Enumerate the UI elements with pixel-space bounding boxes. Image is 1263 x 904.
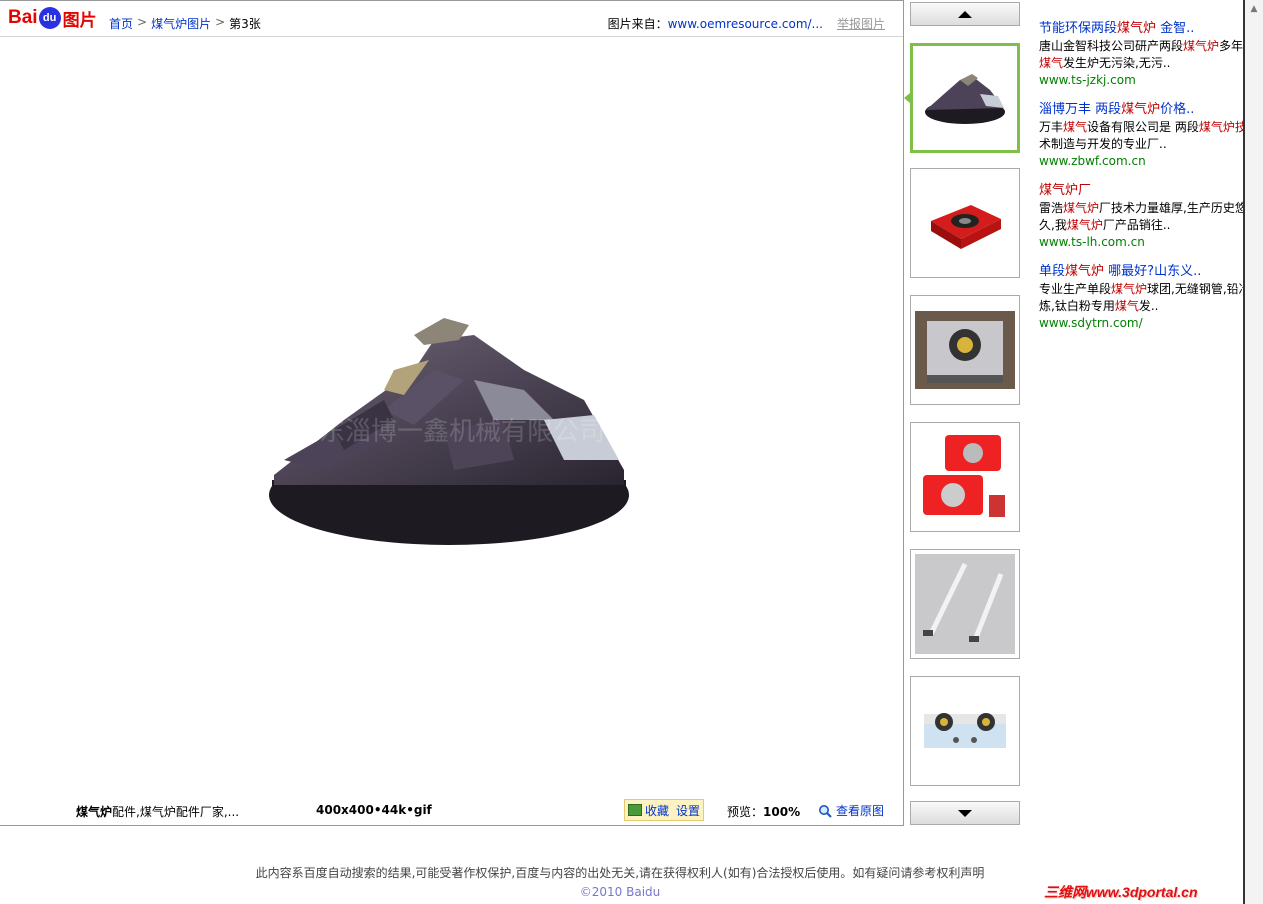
settings-link[interactable]: 设置 bbox=[676, 802, 700, 819]
chevron-right-icon: > bbox=[137, 15, 148, 29]
breadcrumb-category[interactable]: 煤气炉图片 bbox=[151, 15, 211, 32]
thumbnail-steel-stove[interactable] bbox=[910, 295, 1020, 405]
image-meta: 400x400•44k•gif bbox=[316, 803, 432, 817]
source-label: 图片来自： bbox=[607, 17, 668, 31]
thumbnail-image bbox=[924, 713, 1006, 748]
viewer-footer: 煤气炉配件,煤气炉配件厂家,... 400x400•44k•gif 收藏 设置 … bbox=[0, 795, 903, 825]
favorite-label[interactable]: 收藏 bbox=[645, 802, 669, 819]
ad-title-keyword: 煤气炉 bbox=[1117, 21, 1157, 36]
thumbnail-scroll-up-button[interactable] bbox=[910, 2, 1020, 26]
site-watermark: 三维网www.3dportal.cn bbox=[1044, 884, 1198, 900]
preview-value: 100% bbox=[763, 805, 801, 819]
ad-url[interactable]: www.ts-jzkj.com bbox=[1039, 72, 1244, 89]
ad-description: 雷浩煤气炉厂技术力量雄厚,生产历史悠 bbox=[1039, 201, 1244, 215]
image-watermark: 山东淄博一鑫机械有限公司 bbox=[293, 417, 605, 447]
image-display-area[interactable]: 山东淄博一鑫机械有限公司 bbox=[0, 38, 903, 795]
ad-description: 炼,钛白粉专用煤气发.. bbox=[1039, 299, 1159, 313]
ad-title[interactable]: 节能环保两段煤气炉 金智.. bbox=[1039, 20, 1244, 38]
source-url-link[interactable]: www.oemresource.com/... bbox=[668, 17, 823, 31]
breadcrumb: 首页 > 煤气炉图片 > 第3张 bbox=[109, 15, 261, 32]
viewer-header: Bai du 图片 首页 > 煤气炉图片 > 第3张 图片来自：www.oemr… bbox=[0, 1, 903, 37]
logo-images-text: 图片 bbox=[62, 10, 97, 30]
breadcrumb-current: 第3张 bbox=[229, 17, 261, 31]
ad-url[interactable]: www.zbwf.com.cn bbox=[1039, 153, 1244, 170]
preview-label: 预览： bbox=[727, 805, 764, 819]
ad-item[interactable]: 淄博万丰 两段煤气炉价格.. 万丰煤气设备有限公司是 两段煤气炉技 术制造与开发… bbox=[1039, 101, 1244, 170]
ad-title[interactable]: 单段煤气炉 哪最好?山东义.. bbox=[1039, 263, 1244, 281]
ad-url[interactable]: www.ts-lh.com.cn bbox=[1039, 234, 1244, 251]
thumbnail-brushes[interactable] bbox=[910, 549, 1020, 659]
thumbnail-red-stove[interactable] bbox=[910, 168, 1020, 278]
magnifier-icon bbox=[819, 804, 832, 818]
ad-description: 久,我煤气炉厂产品销往.. bbox=[1039, 218, 1171, 232]
ad-description: 煤气发生炉无污染,无污.. bbox=[1039, 56, 1171, 70]
copyright-disclaimer: 此内容系百度自动搜索的结果,可能受著作权保护,百度与内容的出处无关,请在获得权利… bbox=[255, 866, 985, 880]
ad-description: 术制造与开发的专业厂.. bbox=[1039, 137, 1167, 151]
image-source: 图片来自：www.oemresource.com/... bbox=[608, 15, 823, 32]
view-original-button[interactable]: 查看原图 bbox=[818, 802, 884, 819]
preview-zoom: 预览：100% bbox=[727, 803, 800, 820]
baidu-logo[interactable]: Bai du 图片 bbox=[8, 3, 97, 33]
arrow-up-icon bbox=[958, 10, 972, 18]
ad-title[interactable]: 煤气炉厂 bbox=[1039, 182, 1244, 200]
logo-bai-text: Bai bbox=[8, 7, 38, 28]
favorite-icon bbox=[628, 804, 642, 816]
thumbnail-image bbox=[931, 205, 1001, 249]
ad-title-text: 节能环保两段 bbox=[1039, 21, 1118, 36]
image-caption: 煤气炉配件,煤气炉配件厂家,... bbox=[76, 803, 239, 820]
favorite-button[interactable]: 收藏 设置 bbox=[624, 799, 704, 821]
ad-url[interactable]: www.sdytrn.com/ bbox=[1039, 315, 1244, 332]
breadcrumb-home[interactable]: 首页 bbox=[109, 15, 133, 32]
scroll-up-arrow-icon[interactable]: ▲ bbox=[1245, 0, 1263, 18]
thumbnail-image bbox=[915, 311, 1015, 389]
baidu-image-viewer: Bai du 图片 首页 > 煤气炉图片 > 第3张 图片来自：www.oemr… bbox=[0, 0, 1263, 904]
caption-text: 配件,煤气炉配件厂家,... bbox=[112, 805, 240, 819]
sponsored-links: 节能环保两段煤气炉 金智.. 唐山金智科技公司研产两段煤气炉多年 煤气发生炉无污… bbox=[1039, 20, 1244, 344]
ad-item[interactable]: 煤气炉厂 雷浩煤气炉厂技术力量雄厚,生产历史悠 久,我煤气炉厂产品销往.. ww… bbox=[1039, 182, 1244, 251]
ad-description: 专业生产单段煤气炉球团,无缝钢管,铅冶 bbox=[1039, 282, 1244, 296]
ad-item[interactable]: 单段煤气炉 哪最好?山东义.. 专业生产单段煤气炉球团,无缝钢管,铅冶 炼,钛白… bbox=[1039, 263, 1244, 332]
view-original-label[interactable]: 查看原图 bbox=[836, 802, 884, 819]
ad-item[interactable]: 节能环保两段煤气炉 金智.. 唐山金智科技公司研产两段煤气炉多年 煤气发生炉无污… bbox=[1039, 20, 1244, 89]
caption-keyword: 煤气炉 bbox=[76, 805, 113, 819]
thumbnail-gear-cone[interactable] bbox=[910, 43, 1020, 153]
ad-description: 唐山金智科技公司研产两段煤气炉多年 bbox=[1039, 39, 1244, 53]
thumbnail-double-stove[interactable] bbox=[910, 676, 1020, 786]
main-image[interactable]: 山东淄博一鑫机械有限公司 bbox=[264, 310, 634, 560]
thumbnail-scroll-down-button[interactable] bbox=[910, 801, 1020, 825]
arrow-down-icon bbox=[958, 809, 972, 817]
vertical-scrollbar[interactable]: ▲ bbox=[1243, 0, 1263, 904]
ad-description: 万丰煤气设备有限公司是 两段煤气炉技 bbox=[1039, 120, 1244, 134]
thumbnail-image bbox=[915, 554, 1015, 654]
report-image-link[interactable]: 举报图片 bbox=[837, 15, 885, 32]
thumbnail-image bbox=[925, 74, 1005, 124]
paw-icon: du bbox=[38, 7, 61, 29]
thumbnail-red-stoves-pair[interactable] bbox=[910, 422, 1020, 532]
image-viewer-panel: Bai du 图片 首页 > 煤气炉图片 > 第3张 图片来自：www.oemr… bbox=[0, 0, 904, 826]
ad-title-text: 金智.. bbox=[1156, 21, 1195, 36]
chevron-right-icon: > bbox=[215, 15, 226, 29]
thumbnail-image bbox=[923, 435, 1005, 517]
ad-title[interactable]: 淄博万丰 两段煤气炉价格.. bbox=[1039, 101, 1244, 119]
